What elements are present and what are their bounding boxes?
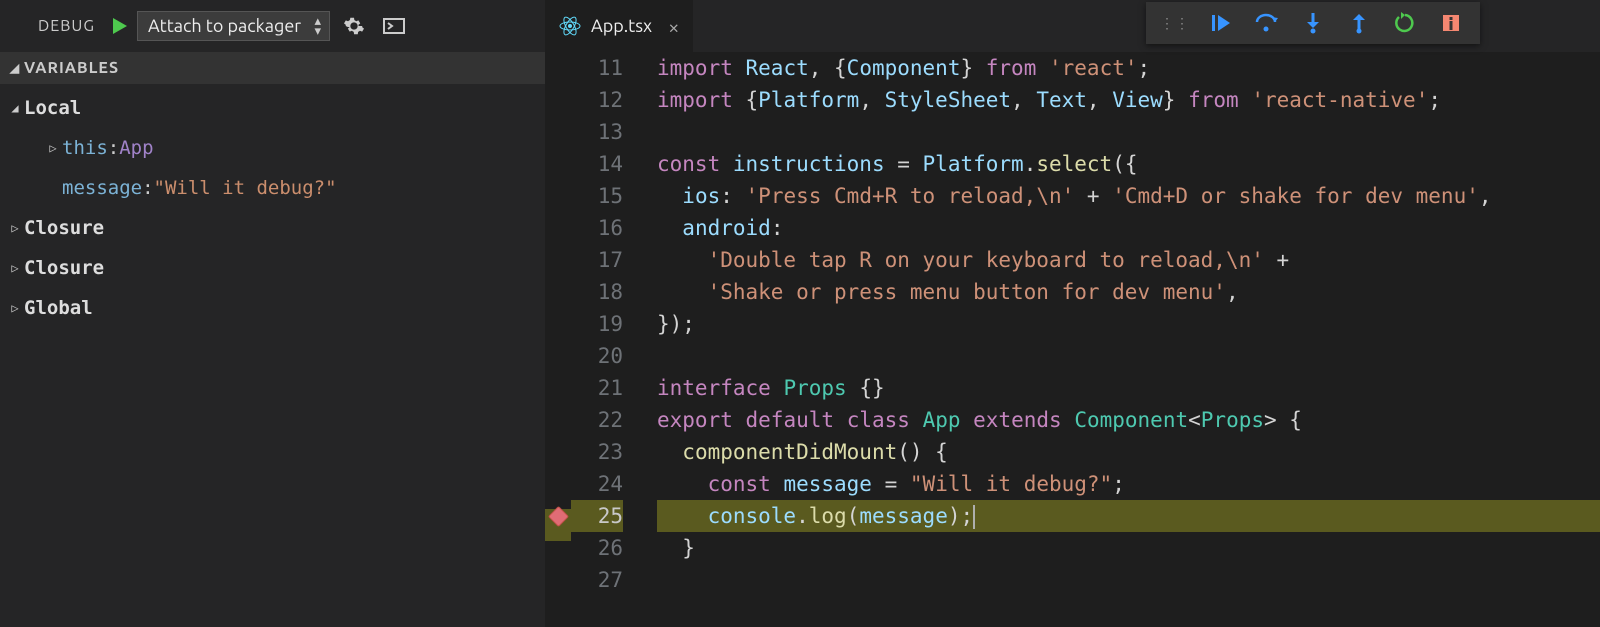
code-line[interactable]: }); [657,308,1600,340]
code-line[interactable] [657,340,1600,372]
scope-closure-1[interactable]: ▷ Closure [0,208,545,248]
variables-section-header[interactable]: ◢ VARIABLES [0,52,545,84]
chevron-right-icon: ▷ [6,221,24,235]
breakpoint-marker[interactable] [548,506,569,527]
code-line[interactable]: 'Shake or press menu button for dev menu… [657,276,1600,308]
code-line[interactable]: componentDidMount() { [657,436,1600,468]
line-number: 23 [571,436,623,468]
variable-this[interactable]: ▷ this: App [0,128,545,168]
chevron-right-icon: ▷ [44,141,62,155]
line-number: 12 [571,84,623,116]
line-number: 17 [571,244,623,276]
gear-icon[interactable] [338,15,370,37]
code-line[interactable]: ios: 'Press Cmd+R to reload,\n' + 'Cmd+D… [657,180,1600,212]
code-line[interactable] [657,116,1600,148]
line-number: 20 [571,340,623,372]
debug-config-dropdown[interactable]: Attach to packager ▴▾ [137,11,330,41]
line-number: 24 [571,468,623,500]
code-line[interactable]: 'Double tap R on your keyboard to reload… [657,244,1600,276]
code-line[interactable]: const message = "Will it debug?"; [657,468,1600,500]
start-debug-icon[interactable] [109,16,129,36]
stop-button[interactable] [1428,2,1474,44]
chevron-down-icon: ◢ [6,61,24,75]
debug-config-label: Attach to packager [148,16,301,36]
scope-closure-2[interactable]: ▷ Closure [0,248,545,288]
variable-message[interactable]: message: "Will it debug?" [0,168,545,208]
code-line[interactable]: android: [657,212,1600,244]
line-number: 27 [571,564,623,596]
tab-filename: App.tsx [591,16,652,36]
scope-local[interactable]: ◢ Local [0,88,545,128]
debug-sidebar: DEBUG Attach to packager ▴▾ ◢ VARIABLES … [0,0,545,627]
line-number: 25 [571,500,623,532]
line-number: 19 [571,308,623,340]
line-number: 14 [571,148,623,180]
line-number: 21 [571,372,623,404]
variables-tree: ◢ Local ▷ this: App message: "Will it de… [0,84,545,328]
code-line[interactable] [657,564,1600,596]
code-line[interactable]: } [657,532,1600,564]
line-number: 11 [571,52,623,84]
chevron-down-icon: ◢ [6,101,24,115]
line-number: 16 [571,212,623,244]
chevron-right-icon: ▷ [6,261,24,275]
react-icon [559,15,581,37]
step-out-button[interactable] [1336,2,1382,44]
code-line[interactable]: const instructions = Platform.select({ [657,148,1600,180]
continue-button[interactable] [1198,2,1244,44]
code-line[interactable]: import React, {Component} from 'react'; [657,52,1600,84]
debug-toolbar[interactable]: ⋮⋮ [1146,2,1480,44]
code-line[interactable]: export default class App extends Compone… [657,404,1600,436]
code-line[interactable]: import {Platform, StyleSheet, Text, View… [657,84,1600,116]
variables-section-label: VARIABLES [24,59,119,77]
chevron-updown-icon: ▴▾ [315,16,322,36]
chevron-right-icon: ▷ [6,301,24,315]
text-cursor [973,505,975,529]
code-line[interactable]: console.log(message); [657,500,1600,532]
line-number: 18 [571,276,623,308]
step-over-button[interactable] [1244,2,1290,44]
debug-header: DEBUG Attach to packager ▴▾ [0,0,545,52]
code-line[interactable]: interface Props {} [657,372,1600,404]
scope-global[interactable]: ▷ Global [0,288,545,328]
drag-handle-icon[interactable]: ⋮⋮ [1152,15,1198,32]
line-number: 22 [571,404,623,436]
line-number: 15 [571,180,623,212]
editor-pane: App.tsx × ⋮⋮ 111213141516171819202122232… [545,0,1600,627]
debug-title: DEBUG [12,17,101,35]
debug-console-icon[interactable] [378,18,410,34]
line-number: 13 [571,116,623,148]
code-editor[interactable]: 1112131415161718192021222324252627 import… [545,52,1600,627]
step-into-button[interactable] [1290,2,1336,44]
restart-button[interactable] [1382,2,1428,44]
tab-app-tsx[interactable]: App.tsx × [545,0,694,52]
close-icon[interactable]: × [662,15,679,38]
line-number: 26 [571,532,623,564]
